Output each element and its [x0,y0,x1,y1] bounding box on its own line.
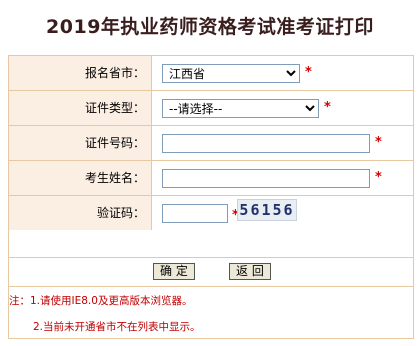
captcha-input[interactable] [162,204,228,223]
id-type-label: 证件类型： [9,91,152,125]
captcha-row: 验证码： * 56156 [9,196,413,258]
required-mark: * [375,135,382,150]
name-label: 考生姓名： [9,161,152,195]
confirm-button[interactable]: 确 定 [153,263,195,280]
name-input[interactable] [162,169,370,188]
captcha-label: 验证码： [9,196,152,230]
id-number-row: 证件号码： * [9,126,413,161]
id-number-label: 证件号码： [9,126,152,160]
province-row: 报名省市： 江西省 * [9,56,413,91]
name-row: 考生姓名： * [9,161,413,196]
notes: 注：1.请使用IE8.0及更高版本浏览器。 2.当前未开通省市不在列表中显示。 [9,287,413,338]
page-title: 2019年执业药师资格考试准考证打印 [46,16,374,38]
id-type-row: 证件类型： --请选择-- * [9,91,413,126]
required-mark: * [305,65,312,80]
id-number-input[interactable] [162,134,370,153]
province-label: 报名省市： [9,56,152,90]
note-line-2: 2.当前未开通省市不在列表中显示。 [33,321,201,333]
required-mark: * [324,100,331,115]
admission-ticket-form: 报名省市： 江西省 * 证件类型： --请选择-- * 证件号码： * 考生姓名… [8,55,414,339]
province-select[interactable]: 江西省 [162,64,300,83]
note-line-1: 注：1.请使用IE8.0及更高版本浏览器。 [9,295,193,307]
back-button[interactable]: 返 回 [229,263,271,280]
required-mark: * [375,170,382,185]
captcha-image[interactable]: 56156 [237,199,297,221]
button-row: 确 定 返 回 [9,258,413,287]
id-type-select[interactable]: --请选择-- [162,99,319,118]
